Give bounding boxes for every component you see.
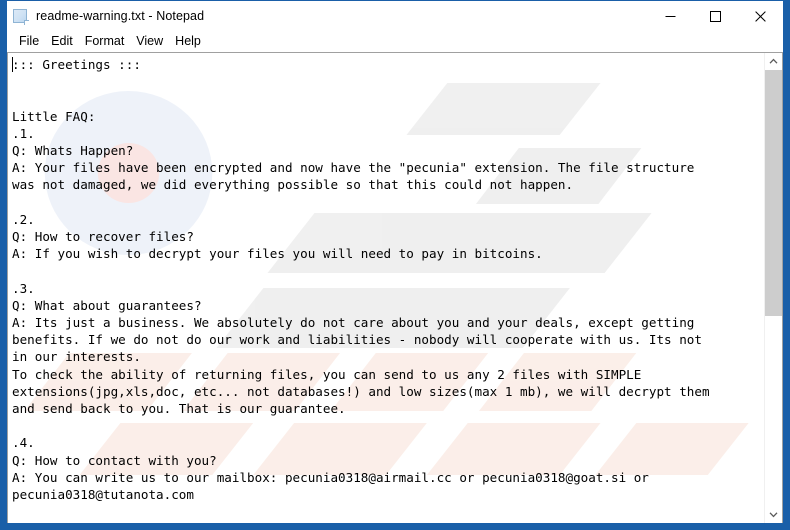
menu-item-format[interactable]: Format — [79, 31, 131, 52]
menu-item-file[interactable]: File — [13, 31, 45, 52]
window-controls — [648, 1, 783, 31]
editor-container: ::: Greetings ::: Little FAQ: .1. Q: Wha… — [7, 52, 783, 523]
menu-bar: File Edit Format View Help — [7, 31, 783, 52]
window-title: readme-warning.txt - Notepad — [36, 9, 205, 23]
maximize-button[interactable] — [693, 1, 738, 31]
scroll-up-button[interactable] — [765, 53, 782, 70]
scrollbar-track[interactable] — [765, 70, 782, 506]
close-icon — [755, 10, 766, 22]
scroll-down-button[interactable] — [765, 506, 782, 523]
title-bar-left: readme-warning.txt - Notepad — [7, 8, 648, 25]
minimize-icon — [665, 15, 676, 17]
chevron-up-icon — [769, 58, 778, 64]
chevron-down-icon — [769, 512, 778, 518]
scrollbar-thumb[interactable] — [765, 70, 782, 316]
menu-item-help[interactable]: Help — [169, 31, 207, 52]
title-bar[interactable]: readme-warning.txt - Notepad — [7, 1, 783, 31]
ransom-note-text[interactable]: ::: Greetings ::: Little FAQ: .1. Q: Wha… — [8, 53, 764, 506]
notepad-window: readme-warning.txt - Notepad File Edit F… — [0, 0, 790, 530]
close-button[interactable] — [738, 1, 783, 31]
text-editor[interactable]: ::: Greetings ::: Little FAQ: .1. Q: Wha… — [8, 53, 764, 523]
vertical-scrollbar[interactable] — [764, 53, 782, 523]
notepad-document-icon — [12, 8, 29, 25]
minimize-button[interactable] — [648, 1, 693, 31]
menu-item-edit[interactable]: Edit — [45, 31, 79, 52]
maximize-icon — [710, 10, 721, 22]
menu-item-view[interactable]: View — [130, 31, 169, 52]
text-caret — [12, 57, 13, 72]
